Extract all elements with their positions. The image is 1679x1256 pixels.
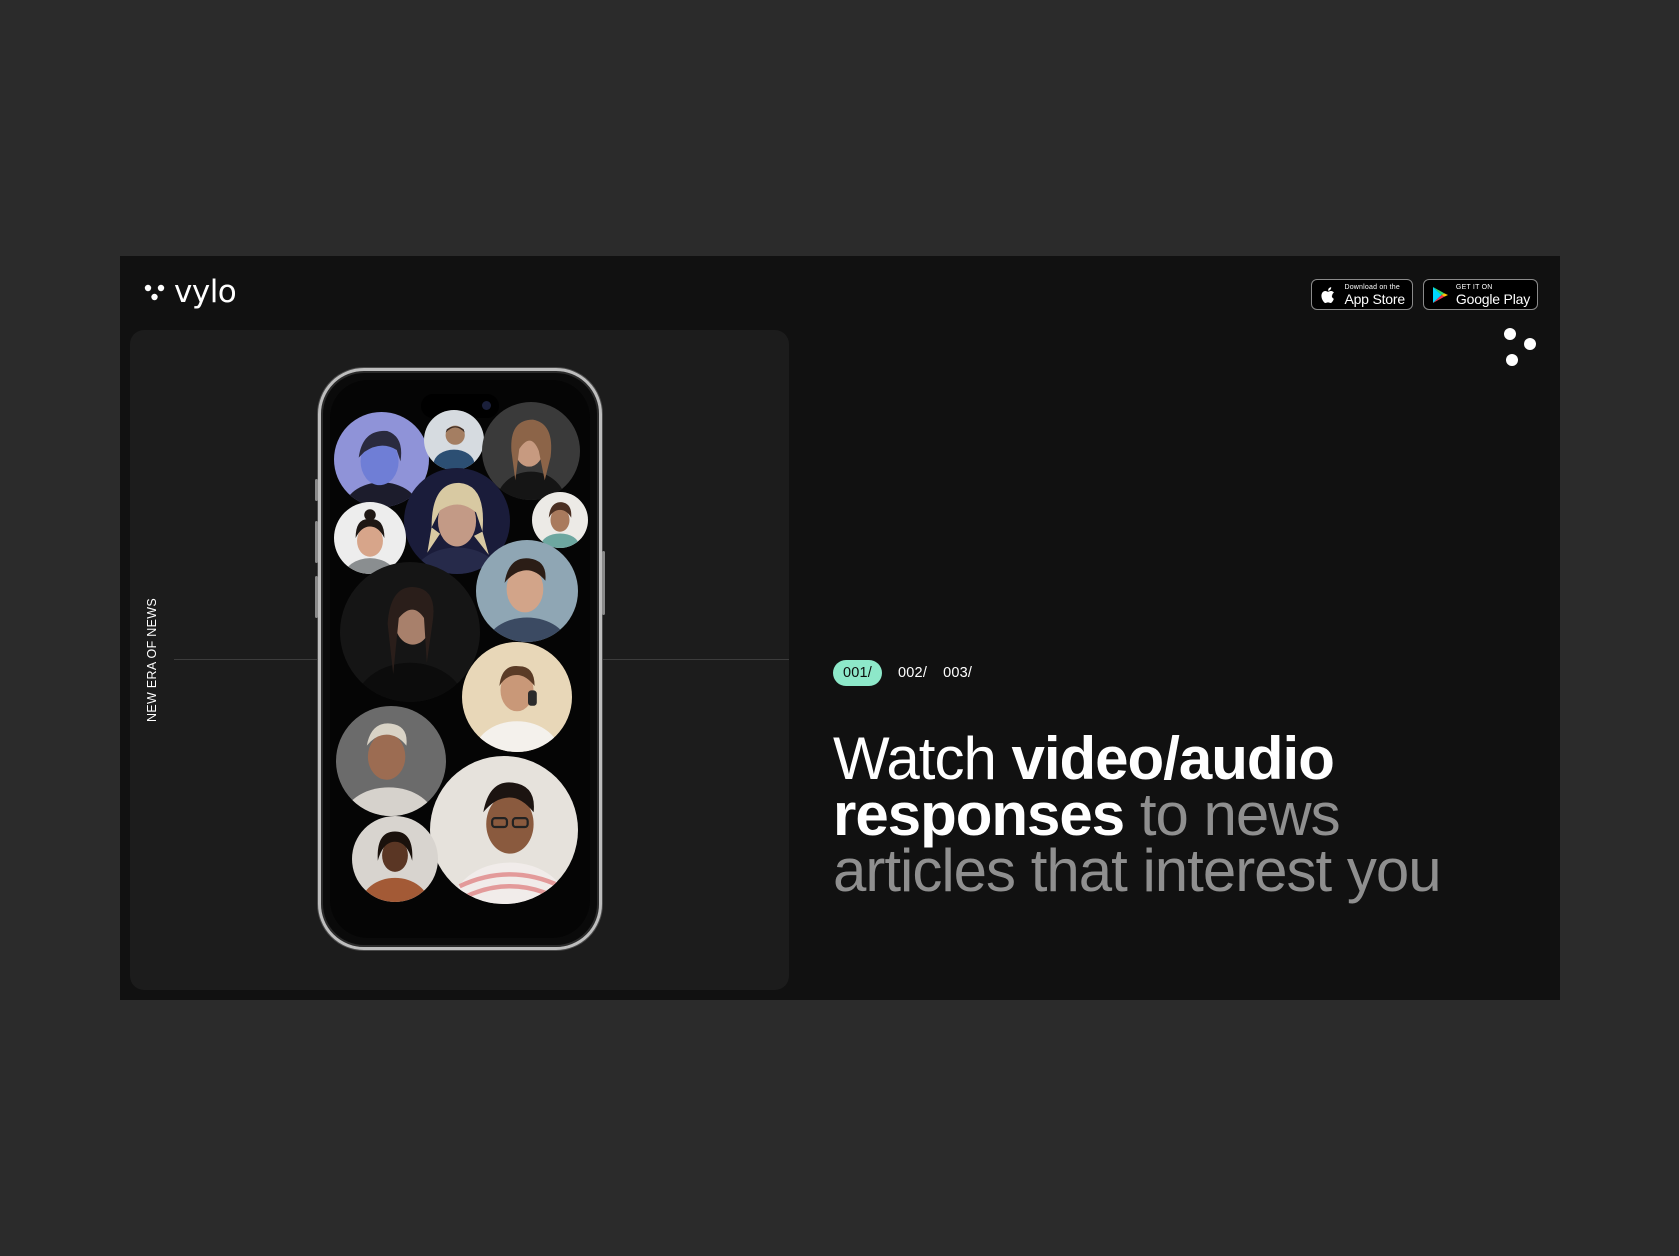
step-3[interactable]: 003/: [943, 660, 972, 686]
avatar-8-portrait: [340, 562, 480, 702]
avatar-10[interactable]: [336, 706, 446, 816]
dots-menu-icon[interactable]: [1502, 328, 1538, 368]
avatar-12[interactable]: [352, 816, 438, 902]
avatar-2-portrait: [424, 410, 484, 470]
landing-frame: vylo Download on the App Store GET IT ON…: [120, 256, 1560, 1000]
camera-dot: [482, 401, 491, 410]
app-store-small-text: Download on the: [1344, 283, 1400, 291]
avatar-10-portrait: [336, 706, 446, 816]
avatar-12-portrait: [352, 816, 438, 902]
store-badges: Download on the App Store GET IT ON Goog…: [1311, 279, 1538, 310]
vertical-tagline: NEW ERA OF NEWS: [145, 598, 159, 722]
avatar-5[interactable]: [532, 492, 588, 548]
phone-volume-up: [315, 521, 318, 563]
step-1[interactable]: 001/: [833, 660, 883, 686]
hero-copy: 001/ 002/ 003/ Watch video/audio respons…: [833, 660, 1473, 901]
hero-headline: Watch video/audio responses to news arti…: [833, 729, 1473, 901]
phone-mockup: [315, 368, 605, 950]
google-play-badge[interactable]: GET IT ON Google Play: [1422, 279, 1538, 310]
avatar-11-portrait: [430, 756, 578, 904]
step-2[interactable]: 002/: [898, 660, 927, 686]
phone-side-button: [315, 479, 318, 501]
google-play-small-text: GET IT ON: [1455, 283, 1493, 291]
three-dots-logo-icon: [144, 284, 165, 301]
avatar-8[interactable]: [340, 562, 480, 702]
brand-name: vylo: [174, 274, 237, 310]
avatar-9[interactable]: [462, 642, 572, 752]
phone-showcase-card: NEW ERA OF NEWS: [130, 330, 789, 990]
brand-logo[interactable]: vylo: [144, 274, 237, 310]
google-play-big-text: Google Play: [1455, 290, 1530, 307]
avatar-5-portrait: [532, 492, 588, 548]
apple-icon: [1321, 286, 1335, 303]
avatar-9-portrait: [462, 642, 572, 752]
avatar-7-portrait: [476, 540, 578, 642]
avatar-2[interactable]: [424, 410, 484, 470]
phone-screen: [330, 380, 590, 938]
app-store-badge[interactable]: Download on the App Store: [1311, 279, 1413, 310]
phone-volume-down: [315, 576, 318, 618]
avatar-11[interactable]: [430, 756, 578, 904]
app-store-big-text: App Store: [1344, 290, 1405, 307]
avatar-7[interactable]: [476, 540, 578, 642]
step-indicator: 001/ 002/ 003/: [833, 660, 1473, 686]
phone-power-button: [602, 551, 605, 615]
google-play-icon: [1432, 286, 1448, 303]
